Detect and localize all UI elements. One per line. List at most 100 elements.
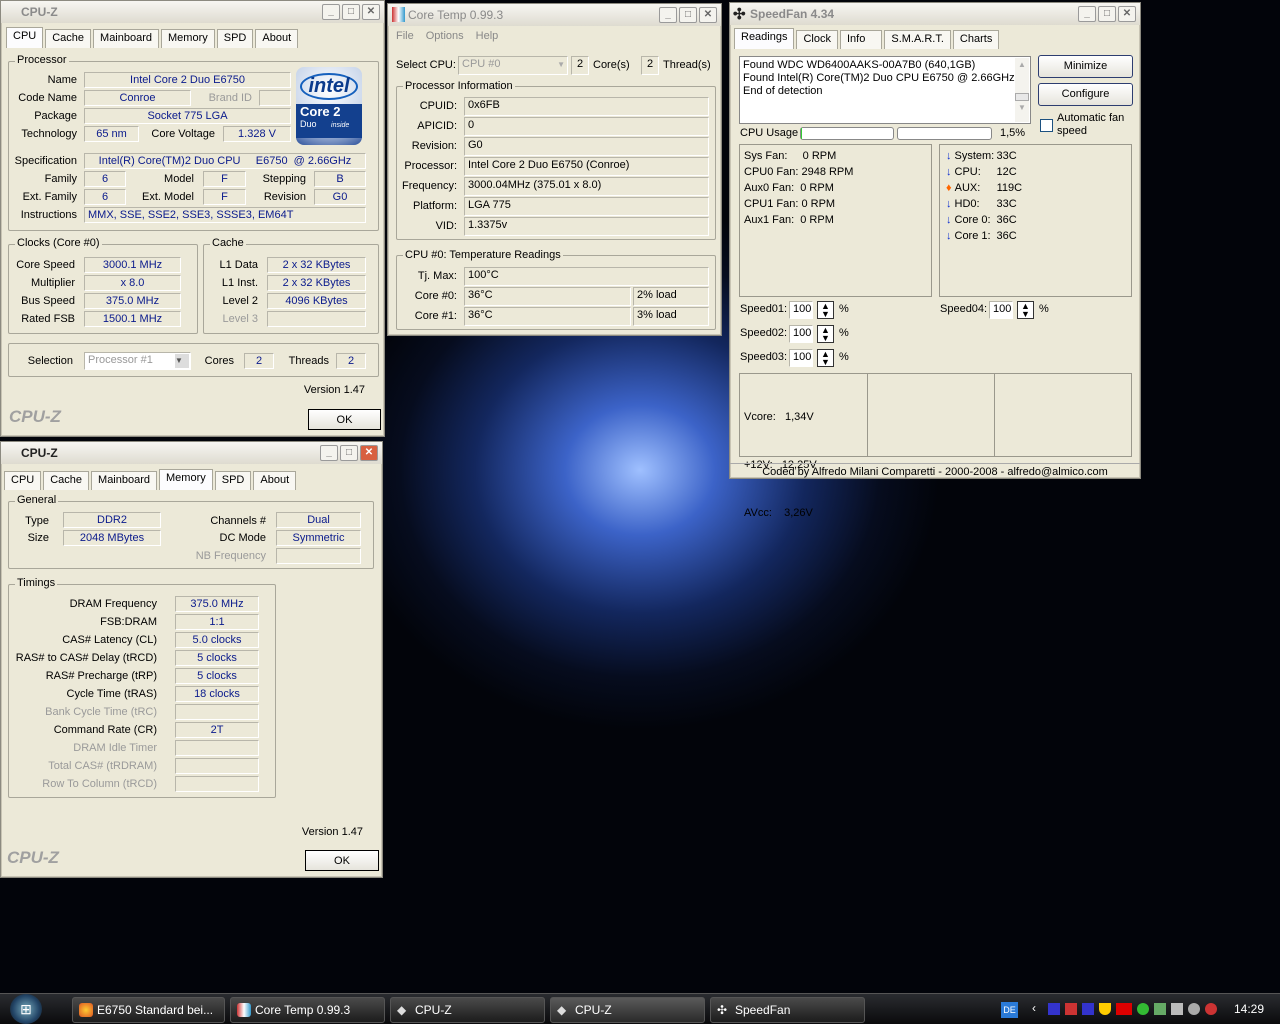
label: Ext. Model — [142, 191, 194, 203]
chevron-down-icon[interactable]: ▼ — [175, 354, 189, 368]
antivirus-icon[interactable] — [1205, 1003, 1217, 1015]
cpuz-window-memory: CPU-Z _ □ ✕ CPU Cache Mainboard Memory SPD… — [0, 441, 383, 878]
minimize-button[interactable]: _ — [659, 7, 677, 23]
tray-temp-icon[interactable] — [1082, 1003, 1094, 1015]
start-button[interactable]: ⊞ — [10, 994, 42, 1024]
minimize-button[interactable]: _ — [1078, 6, 1096, 22]
language-indicator[interactable]: DE — [1001, 1002, 1018, 1018]
firefox-icon — [79, 1003, 93, 1017]
arrow-down-icon: ↓ — [946, 166, 952, 178]
label: Thread(s) — [663, 59, 711, 71]
tab-cache[interactable]: Cache — [45, 29, 92, 48]
taskbar-item-cpuz-active[interactable]: ◆ CPU-Z — [550, 997, 705, 1023]
volume-icon[interactable] — [1188, 1003, 1200, 1015]
footer-credits: Coded by Alfredo Milani Comparetti - 200… — [730, 463, 1140, 478]
log-line: Found Intel(R) Core(TM)2 Duo CPU E6750 @… — [743, 72, 1015, 84]
tab-mainboard[interactable]: Mainboard — [91, 471, 158, 490]
tab-clock[interactable]: Clock — [796, 30, 838, 49]
tab-info[interactable]: Info — [840, 30, 883, 49]
cpuz-icon: ◆ — [557, 1003, 567, 1017]
safely-remove-icon[interactable] — [1171, 1003, 1183, 1015]
timing-label: Total CAS# (tRDRAM) — [48, 760, 157, 772]
title-bar[interactable]: CPU-Z _ □ ✕ — [1, 442, 382, 464]
divider — [994, 374, 995, 456]
speed-spinner[interactable]: ▲ ▼ — [1017, 301, 1034, 319]
tab-memory[interactable]: Memory — [161, 29, 215, 48]
shield-icon[interactable] — [1099, 1003, 1111, 1015]
tray-temp-icon[interactable] — [1065, 1003, 1077, 1015]
tray-expand-icon[interactable]: ‹ — [1032, 1001, 1036, 1015]
maximize-button[interactable]: □ — [342, 4, 360, 20]
tab-spd[interactable]: SPD — [214, 471, 252, 490]
maximize-button[interactable]: □ — [679, 7, 697, 23]
minimize-app-button[interactable]: Minimize — [1038, 55, 1133, 78]
label: Select CPU: — [396, 59, 456, 71]
clock[interactable]: 14:29 — [1234, 1002, 1264, 1016]
speed-input[interactable]: 100 — [789, 325, 813, 343]
speed-input[interactable]: 100 — [789, 301, 813, 319]
network-icon[interactable] — [1154, 1003, 1166, 1015]
ok-button[interactable]: OK — [308, 409, 381, 430]
minimize-button[interactable]: _ — [322, 4, 340, 20]
taskbar-item-speedfan[interactable]: ✣ SpeedFan — [710, 997, 865, 1023]
maximize-button[interactable]: □ — [1098, 6, 1116, 22]
close-button[interactable]: ✕ — [1118, 6, 1136, 22]
title-bar[interactable]: CPU-Z _ □ ✕ — [1, 1, 384, 23]
close-button[interactable]: ✕ — [699, 7, 717, 23]
cpu-select[interactable]: CPU #0 ▼ — [458, 56, 568, 75]
speed-input[interactable]: 100 — [989, 301, 1013, 319]
speed-label: Speed02: — [740, 327, 788, 339]
label: Level 3 — [222, 313, 258, 325]
title-bar[interactable]: ✣ SpeedFan 4.34 _ □ ✕ — [730, 3, 1140, 25]
chevron-down-icon[interactable]: ▼ — [557, 58, 565, 72]
ati-icon[interactable] — [1116, 1003, 1132, 1015]
temp-value: 36C — [996, 214, 1017, 226]
speed-spinner[interactable]: ▲ ▼ — [817, 349, 834, 367]
auto-fan-checkbox[interactable] — [1040, 119, 1053, 132]
tab-about[interactable]: About — [253, 471, 297, 490]
detection-log[interactable]: Found WDC WD6400AAKS-00A7B0 (640,1GB) Fo… — [739, 56, 1031, 124]
menu-file[interactable]: File — [396, 30, 414, 42]
taskbar-item-cpuz[interactable]: ◆ CPU-Z — [390, 997, 545, 1023]
tab-mainboard[interactable]: Mainboard — [93, 29, 160, 48]
menu-options[interactable]: Options — [426, 30, 464, 42]
tab-spd[interactable]: SPD — [216, 29, 254, 48]
tab-charts[interactable]: Charts — [952, 30, 1000, 49]
tab-memory[interactable]: Memory — [159, 469, 213, 490]
title-bar[interactable]: Core Temp 0.99.3 _ □ ✕ — [388, 4, 721, 26]
tab-cpu[interactable]: CPU — [6, 27, 44, 48]
tab-smart[interactable]: S.M.A.R.T. — [884, 30, 951, 49]
menu-help[interactable]: Help — [476, 30, 499, 42]
processor-select[interactable]: Processor #1 ▼ — [84, 352, 191, 370]
timing-label: DRAM Idle Timer — [73, 742, 157, 754]
speed-spinner[interactable]: ▲ ▼ — [817, 301, 834, 319]
ok-button[interactable]: OK — [305, 850, 379, 871]
stepping-field: B — [314, 171, 366, 187]
check-icon[interactable] — [1137, 1003, 1149, 1015]
info-value: 0x6FB — [464, 97, 709, 116]
tab-cpu[interactable]: CPU — [4, 471, 42, 490]
family-field: 6 — [84, 171, 126, 187]
close-button[interactable]: ✕ — [360, 445, 378, 461]
flame-icon: ♦ — [946, 182, 952, 194]
speed-spinner[interactable]: ▲ ▼ — [817, 325, 834, 343]
minimize-button[interactable]: _ — [320, 445, 338, 461]
cpu-usage-bar-0 — [800, 127, 894, 140]
specification-field: Intel(R) Core(TM)2 Duo CPU E6750 @ 2.66G… — [84, 153, 366, 169]
info-label: Frequency: — [401, 180, 457, 192]
tab-about[interactable]: About — [255, 29, 299, 48]
core1-load: 3% load — [633, 307, 709, 326]
taskbar-item-firefox[interactable]: E6750 Standard bei... — [72, 997, 225, 1023]
maximize-button[interactable]: □ — [340, 445, 358, 461]
taskbar-item-coretemp[interactable]: Core Temp 0.99.3 — [230, 997, 385, 1023]
taskbar-item-label: CPU-Z — [575, 1003, 612, 1017]
threads-field: 2 — [336, 353, 366, 369]
log-scrollbar[interactable]: ▲ ▼ — [1015, 58, 1029, 122]
tab-cache[interactable]: Cache — [43, 471, 90, 490]
temp-reading: ↓ System: 33C — [946, 148, 1125, 164]
close-button[interactable]: ✕ — [362, 4, 380, 20]
tray-temp-icon[interactable] — [1048, 1003, 1060, 1015]
tab-readings[interactable]: Readings — [734, 28, 795, 49]
speed-input[interactable]: 100 — [789, 349, 813, 367]
configure-button[interactable]: Configure — [1038, 83, 1133, 106]
